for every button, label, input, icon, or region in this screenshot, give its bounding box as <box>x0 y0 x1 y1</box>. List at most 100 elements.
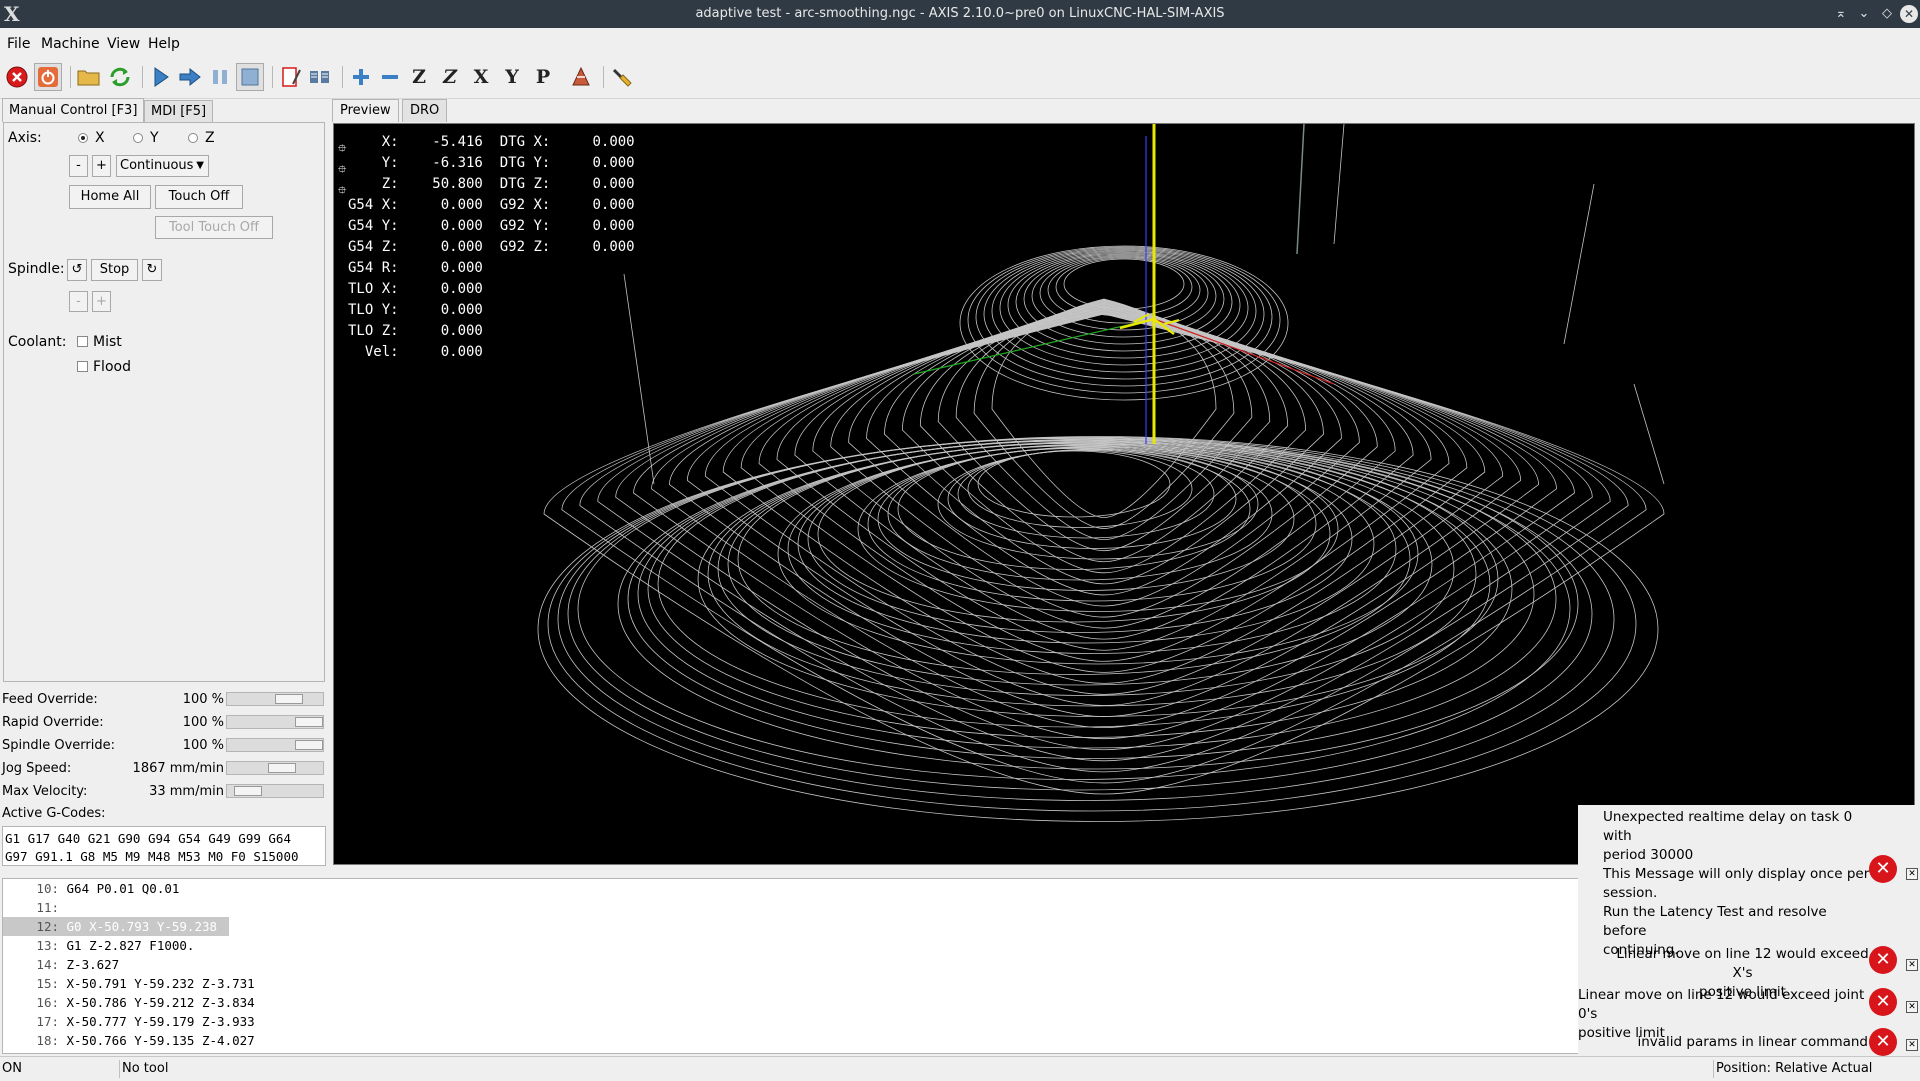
axis-radio-x[interactable] <box>78 133 88 143</box>
code-line[interactable]: 15: X-50.791 Y-59.232 Z-3.731 <box>3 974 1579 993</box>
clear-plot-icon[interactable] <box>608 63 636 91</box>
view-x-icon[interactable]: X <box>467 63 495 91</box>
block-delete-icon[interactable] <box>277 63 305 91</box>
jog-speed-label: Jog Speed: <box>2 761 72 776</box>
spindle-forward-button[interactable]: ↻ <box>142 259 162 281</box>
mist-checkbox[interactable] <box>77 336 88 347</box>
title-bar: X adaptive test - arc-smoothing.ngc - AX… <box>0 0 1920 28</box>
maximize-icon[interactable]: ◇ <box>1878 5 1896 23</box>
flood-checkbox[interactable] <box>77 361 88 372</box>
jog-plus-button[interactable]: + <box>92 155 111 177</box>
keep-above-icon[interactable]: ⌅ <box>1832 5 1850 23</box>
code-line[interactable]: 18: X-50.766 Y-59.135 Z-4.027 <box>3 1031 1579 1050</box>
stop-icon[interactable] <box>236 63 264 91</box>
line-number: 14: <box>36 957 59 972</box>
home-all-button[interactable]: Home All <box>69 185 151 209</box>
zoom-in-icon[interactable] <box>347 63 375 91</box>
axis-radio-z[interactable] <box>188 133 198 143</box>
feed-override-slider[interactable] <box>226 692 324 706</box>
optional-stop-icon[interactable] <box>306 63 334 91</box>
touch-off-button[interactable]: Touch Off <box>155 185 243 209</box>
code-line[interactable]: 14: Z-3.627 <box>3 955 1579 974</box>
pin-z-icon: ⯐ <box>338 184 347 197</box>
code-line[interactable]: 13: G1 Z-2.827 F1000. <box>3 936 1579 955</box>
open-file-icon[interactable] <box>75 63 103 91</box>
pause-icon[interactable] <box>207 63 235 91</box>
menu-view[interactable]: View <box>107 36 140 52</box>
error-icon: ✕ <box>1869 855 1897 883</box>
close-icon[interactable]: ✕ <box>1906 959 1918 971</box>
dro-dtg-value: 0.000 <box>550 239 635 255</box>
rapid-override-knob[interactable] <box>295 717 323 727</box>
close-icon[interactable]: ✕ <box>1906 1039 1918 1051</box>
dro-label: G54 X: <box>348 197 399 213</box>
notification-line: This Message will only display once per <box>1603 866 1870 882</box>
tab-preview[interactable]: Preview <box>332 99 399 122</box>
spindle-override-knob[interactable] <box>295 740 323 750</box>
notification-area: Unexpected realtime delay on task 0 with… <box>1578 805 1920 1056</box>
dro-row: TLO X: 0.000 <box>348 279 635 300</box>
code-line[interactable]: 10: G64 P0.01 Q0.01 <box>3 879 1579 898</box>
view-p-icon[interactable]: P <box>529 63 557 91</box>
code-text: X-50.786 Y-59.212 Z-3.834 <box>59 995 255 1010</box>
menu-file[interactable]: File <box>7 36 30 52</box>
preview-canvas[interactable]: X: -5.416 DTG X: 0.000 Y: -6.316 DTG Y: … <box>333 123 1915 865</box>
menu-help[interactable]: Help <box>148 36 180 52</box>
view-y-icon[interactable]: Y <box>498 63 526 91</box>
view-z-icon[interactable]: Z <box>405 63 433 91</box>
dro-dtg-label: G92 Y: <box>482 218 551 234</box>
dro-value: 0.000 <box>398 323 483 339</box>
flood-label: Flood <box>93 359 131 375</box>
spindle-label: Spindle: <box>8 261 65 277</box>
jog-minus-button[interactable]: - <box>69 155 88 177</box>
spindle-reverse-button[interactable]: ↺ <box>67 259 87 281</box>
rapid-override-slider[interactable] <box>226 715 324 729</box>
step-icon[interactable] <box>176 63 204 91</box>
reload-icon[interactable] <box>106 63 134 91</box>
run-icon[interactable] <box>147 63 175 91</box>
code-line[interactable]: 11: <box>3 898 1579 917</box>
spindle-slower-button[interactable]: - <box>69 291 88 312</box>
notification-line: Linear move on line 12 would exceed join… <box>1578 987 1865 1022</box>
dro-value: 0.000 <box>398 218 483 234</box>
code-line[interactable]: 16: X-50.786 Y-59.212 Z-3.834 <box>3 993 1579 1012</box>
close-icon[interactable]: ✕ <box>1906 868 1918 880</box>
dro-row: TLO Z: 0.000 <box>348 321 635 342</box>
code-text: G0 X-50.793 Y-59.238 <box>59 919 218 934</box>
dro-value: 0.000 <box>398 260 483 276</box>
close-icon[interactable]: ✕ <box>1906 1001 1918 1013</box>
line-number: 18: <box>36 1033 59 1048</box>
menu-machine[interactable]: Machine <box>41 36 100 52</box>
code-line[interactable]: 17: X-50.777 Y-59.179 Z-3.933 <box>3 1012 1579 1031</box>
tool-touch-off-button[interactable]: Tool Touch Off <box>155 216 273 239</box>
rotate-icon[interactable] <box>567 63 595 91</box>
active-gcodes-box: G1 G17 G40 G21 G90 G94 G54 G49 G99 G64 G9… <box>2 826 326 866</box>
tab-dro[interactable]: DRO <box>402 99 448 122</box>
tab-mdi[interactable]: MDI [F5] <box>144 100 214 122</box>
notification-line: period 30000 <box>1603 847 1694 863</box>
dro-label: Z: <box>348 176 399 192</box>
power-icon[interactable] <box>34 63 62 91</box>
jog-speed-knob[interactable] <box>268 763 296 773</box>
spindle-override-slider[interactable] <box>226 738 324 752</box>
code-line[interactable]: 12: G0 X-50.793 Y-59.238 <box>3 917 229 936</box>
axis-radio-y[interactable] <box>133 133 143 143</box>
max-velocity-knob[interactable] <box>234 786 262 796</box>
view-z2-icon[interactable]: Z <box>436 63 464 91</box>
jog-speed-slider[interactable] <box>226 761 324 775</box>
minimize-icon[interactable]: ⌄ <box>1855 5 1873 23</box>
jog-mode-select[interactable]: Continuous ▼ <box>116 155 209 177</box>
dro-label: G54 R: <box>348 260 399 276</box>
close-window-icon[interactable]: ✕ <box>1900 5 1918 23</box>
tab-manual-control[interactable]: Manual Control [F3] <box>2 98 145 122</box>
max-velocity-slider[interactable] <box>226 784 324 798</box>
spindle-faster-button[interactable]: + <box>92 291 111 312</box>
gcode-listing[interactable]: 10: G64 P0.01 Q0.01 11: 12: G0 X-50.793 Y… <box>2 878 1580 1054</box>
estop-icon[interactable] <box>3 63 31 91</box>
feed-override-knob[interactable] <box>275 694 303 704</box>
pin-y-icon: ⯐ <box>338 163 347 176</box>
dro-dtg-label: G92 Z: <box>482 239 551 255</box>
zoom-out-icon[interactable] <box>376 63 404 91</box>
spindle-stop-button[interactable]: Stop <box>91 259 138 281</box>
dro-value: 0.000 <box>398 281 483 297</box>
